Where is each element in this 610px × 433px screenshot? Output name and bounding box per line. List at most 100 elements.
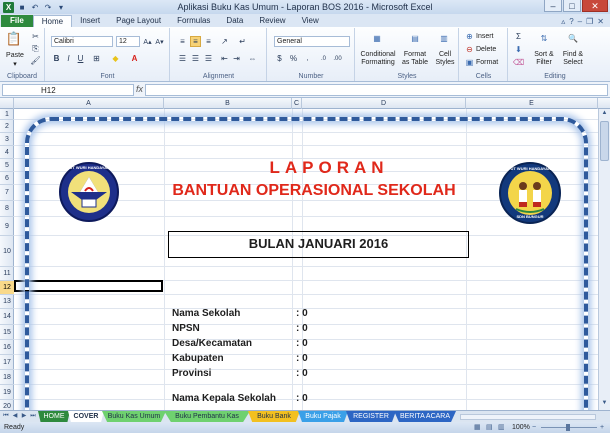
row-header-8[interactable]: 8 xyxy=(0,201,14,217)
format-cells-button[interactable]: Format xyxy=(476,58,504,67)
tab-page-layout[interactable]: Page Layout xyxy=(108,15,169,27)
zoom-level[interactable]: 100% xyxy=(512,422,530,433)
column-header-b[interactable]: B xyxy=(164,98,292,109)
increase-decimal-icon[interactable]: .0 xyxy=(318,53,329,64)
maximize-button[interactable]: □ xyxy=(563,0,581,12)
row-header-12[interactable]: 12 xyxy=(0,281,14,295)
select-all-corner[interactable] xyxy=(0,98,14,109)
close-button[interactable]: ✕ xyxy=(582,0,608,12)
sheet-tab-home[interactable]: HOME xyxy=(38,411,70,422)
sheet-tab-cover[interactable]: COVER xyxy=(68,411,104,422)
conditional-formatting-icon[interactable]: ▦ xyxy=(370,31,384,45)
row-header-16[interactable]: 16 xyxy=(0,340,14,355)
delete-cells-icon[interactable]: ⊖ xyxy=(464,44,475,55)
column-header-d[interactable]: D xyxy=(302,98,466,109)
tab-formulas[interactable]: Formulas xyxy=(169,15,218,27)
insert-cells-icon[interactable]: ⊕ xyxy=(464,31,475,42)
row-header-11[interactable]: 11 xyxy=(0,267,14,281)
sort-filter-icon[interactable]: ⇅ xyxy=(537,31,551,45)
format-painter-icon[interactable]: 🖌 xyxy=(30,55,41,66)
tab-data[interactable]: Data xyxy=(218,15,251,27)
sheet-tab-register[interactable]: REGISTER xyxy=(346,411,396,422)
format-as-table-button[interactable]: Format xyxy=(400,50,430,58)
row-header-13[interactable]: 13 xyxy=(0,295,14,309)
percent-style-icon[interactable]: % xyxy=(288,53,299,64)
tab-view[interactable]: View xyxy=(294,15,327,27)
sheet-tab-buku-kas-umum[interactable]: Buku Kas Umum xyxy=(102,411,166,422)
sheet-tab-berita-acara[interactable]: BERITA ACARA xyxy=(394,411,456,422)
worksheet[interactable]: TUT WURI HANDAYANI TUT WURI HANDAYANI SD… xyxy=(14,109,598,410)
page-layout-view-icon[interactable]: ▤ xyxy=(486,422,493,433)
row-header-3[interactable]: 3 xyxy=(0,133,14,146)
next-sheet-icon[interactable]: ▶ xyxy=(20,412,28,421)
horizontal-scrollbar[interactable] xyxy=(460,414,596,420)
clear-icon[interactable]: ⌫ xyxy=(513,57,524,68)
row-header-6[interactable]: 6 xyxy=(0,172,14,185)
grow-font-icon[interactable]: A▴ xyxy=(142,36,153,47)
scroll-thumb[interactable] xyxy=(600,121,609,161)
number-format-box[interactable]: General xyxy=(274,36,350,47)
tab-review[interactable]: Review xyxy=(251,15,293,27)
sort-filter-button[interactable]: Sort & xyxy=(530,50,558,58)
font-color-icon[interactable]: A xyxy=(129,53,140,64)
tab-home[interactable]: Home xyxy=(32,15,73,27)
cell-styles-button[interactable]: Cell xyxy=(432,50,458,58)
orientation-icon[interactable]: ↗ xyxy=(219,36,230,47)
row-header-2[interactable]: 2 xyxy=(0,120,14,133)
tab-file[interactable]: File xyxy=(1,15,33,27)
first-sheet-icon[interactable]: ⏮ xyxy=(2,412,10,421)
row-header-1[interactable]: 1 xyxy=(0,109,14,120)
underline-icon[interactable]: U xyxy=(75,53,86,64)
autosum-icon[interactable]: Σ xyxy=(513,31,524,42)
paste-icon[interactable]: 📋 xyxy=(6,31,22,47)
help-icon[interactable]: ? xyxy=(569,17,573,26)
copy-icon[interactable]: ⎘ xyxy=(30,43,41,54)
sheet-tab-buku-pajak[interactable]: Buku Pajak xyxy=(298,411,348,422)
workbook-restore-icon[interactable]: ❐ xyxy=(586,17,593,26)
cell-styles-icon[interactable]: ▥ xyxy=(437,31,451,45)
last-sheet-icon[interactable]: ⏭ xyxy=(29,412,37,421)
column-header-a[interactable]: A xyxy=(14,98,164,109)
font-size-box[interactable]: 12 xyxy=(116,36,140,47)
font-name-box[interactable]: Calibri xyxy=(51,36,113,47)
paste-dropdown-icon[interactable]: ▾ xyxy=(5,60,25,68)
row-header-15[interactable]: 15 xyxy=(0,325,14,340)
align-left-icon[interactable]: ☰ xyxy=(177,53,188,64)
align-center-icon[interactable]: ☰ xyxy=(190,53,201,64)
find-select-button-line2[interactable]: Select xyxy=(559,58,587,66)
column-header-e[interactable]: E xyxy=(466,98,598,109)
row-header-4[interactable]: 4 xyxy=(0,146,14,159)
minimize-button[interactable]: – xyxy=(544,0,562,12)
scroll-up-icon[interactable]: ▲ xyxy=(600,110,609,119)
align-right-icon[interactable]: ☰ xyxy=(203,53,214,64)
fill-icon[interactable]: ⬇ xyxy=(513,44,524,55)
row-header-17[interactable]: 17 xyxy=(0,355,14,370)
cut-icon[interactable]: ✂ xyxy=(30,31,41,42)
decrease-indent-icon[interactable]: ⇤ xyxy=(219,53,230,64)
fill-color-icon[interactable]: ◆ xyxy=(110,53,121,64)
paste-button[interactable]: Paste xyxy=(2,51,28,60)
format-cells-icon[interactable]: ▣ xyxy=(464,57,475,68)
row-header-9[interactable]: 9 xyxy=(0,217,14,236)
decrease-decimal-icon[interactable]: .00 xyxy=(332,53,343,64)
bold-icon[interactable]: B xyxy=(51,53,62,64)
conditional-formatting-button-line2[interactable]: Formatting xyxy=(358,58,398,66)
row-header-18[interactable]: 18 xyxy=(0,370,14,385)
workbook-minimize-icon[interactable]: – xyxy=(578,17,582,26)
wrap-text-icon[interactable]: ↵ xyxy=(237,36,248,47)
vertical-scrollbar[interactable]: ▲ ▼ xyxy=(598,109,610,410)
comma-style-icon[interactable]: , xyxy=(302,53,313,64)
normal-view-icon[interactable]: ▦ xyxy=(474,422,481,433)
merge-center-icon[interactable]: ⇔ xyxy=(247,53,258,64)
shrink-font-icon[interactable]: A▾ xyxy=(154,36,165,47)
accounting-format-icon[interactable]: $ xyxy=(274,53,285,64)
cell-styles-button-line2[interactable]: Styles xyxy=(432,58,458,66)
format-as-table-button-line2[interactable]: as Table xyxy=(400,58,430,66)
sheet-tab-buku-pembantu-kas[interactable]: Buku Pembantu Kas xyxy=(164,411,250,422)
scroll-down-icon[interactable]: ▼ xyxy=(600,400,609,409)
insert-cells-button[interactable]: Insert xyxy=(476,32,504,41)
zoom-out-icon[interactable]: − xyxy=(532,422,536,433)
fx-icon[interactable]: fx xyxy=(136,84,143,94)
find-select-icon[interactable]: 🔍 xyxy=(566,31,580,45)
formula-input[interactable] xyxy=(145,84,608,96)
